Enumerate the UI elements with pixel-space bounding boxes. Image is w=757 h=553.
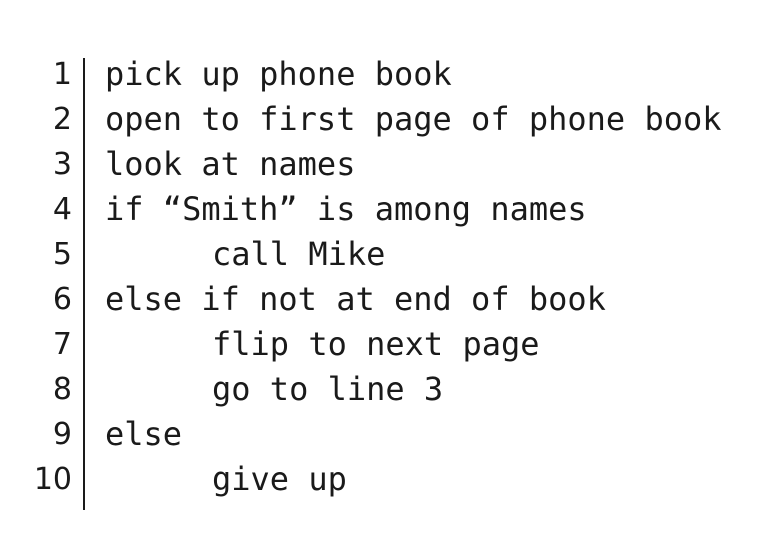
line-number: 8 — [52, 372, 72, 407]
code-text: if “Smith” is among names — [105, 190, 587, 228]
line-number: 1 — [52, 57, 72, 92]
line-number: 4 — [52, 192, 72, 227]
code-text: go to line 3 — [212, 370, 444, 408]
line-number: 2 — [52, 102, 72, 137]
line-number: 10 — [33, 462, 72, 497]
line-number: 9 — [52, 417, 72, 452]
line-number: 6 — [52, 282, 72, 317]
code-text: look at names — [105, 145, 356, 183]
line-number: 3 — [52, 147, 72, 182]
code-line: 2 open to first page of phone book — [0, 97, 757, 142]
line-number: 5 — [52, 237, 72, 272]
code-line: 1 pick up phone book — [0, 52, 757, 97]
code-text: pick up phone book — [105, 55, 452, 93]
code-line: 9 else — [0, 412, 757, 457]
line-number: 7 — [52, 327, 72, 362]
code-line: 7 flip to next page — [0, 322, 757, 367]
code-text: call Mike — [212, 235, 386, 273]
code-text: open to first page of phone book — [105, 100, 722, 138]
code-line: 4 if “Smith” is among names — [0, 187, 757, 232]
code-line: 8 go to line 3 — [0, 367, 757, 412]
code-text: flip to next page — [212, 325, 540, 363]
code-text: else if not at end of book — [105, 280, 606, 318]
code-text: else — [105, 415, 183, 453]
code-line: 6 else if not at end of book — [0, 277, 757, 322]
code-line: 3 look at names — [0, 142, 757, 187]
code-line: 10 give up — [0, 457, 757, 502]
code-text: give up — [212, 460, 347, 498]
code-line: 5 call Mike — [0, 232, 757, 277]
